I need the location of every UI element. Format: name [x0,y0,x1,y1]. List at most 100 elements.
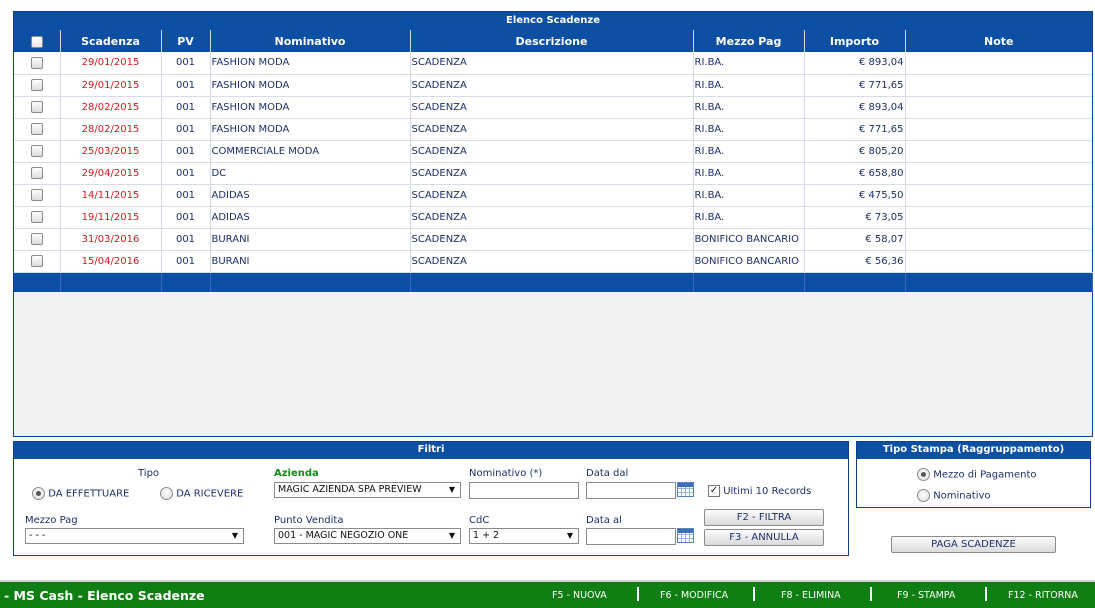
col-header-scadenza[interactable]: Scadenza [60,30,162,52]
paga-scadenze-button[interactable]: PAGA SCADENZE [891,536,1056,553]
table-row[interactable]: 28/02/2015 001 FASHION MODA SCADENZA RI.BA. €… [14,118,1092,141]
cell-descrizione: SCADENZA [410,162,694,185]
row-checkbox-cell[interactable] [14,206,61,229]
cdc-label: CdC [469,515,490,526]
nominativo-input[interactable] [469,482,579,499]
cell-nominativo: FASHION MODA [210,74,411,97]
punto-vendita-select[interactable]: 001 - MAGIC NEGOZIO ONE ▼ [274,528,461,544]
row-checkbox[interactable] [30,211,43,223]
row-checkbox-cell[interactable] [14,228,61,251]
row-checkbox[interactable] [30,79,43,91]
row-checkbox-cell[interactable] [14,96,61,119]
radio-da-ricevere-label: DA RICEVERE [176,488,244,500]
cell-note [905,228,1092,251]
app-title: - MS Cash - Elenco Scadenze [4,588,205,603]
radio-nominativo-icon[interactable] [917,489,930,502]
cell-scadenza: 28/02/2015 [60,96,162,119]
col-header-mezzo-pag[interactable]: Mezzo Pag [693,30,805,52]
ultimi-10-checkbox[interactable]: ✓ Ultimi 10 Records [708,485,811,497]
footer-cell [210,272,411,292]
table-row[interactable]: 15/04/2016 001 BURANI SCADENZA BONIFICO BANC… [14,250,1092,273]
data-dal-input[interactable] [586,482,676,499]
table-body: 29/01/2015 001 FASHION MODA SCADENZA RI.BA. €… [14,52,1093,292]
table-row[interactable]: 19/11/2015 001 ADIDAS SCADENZA RI.BA. € 73,05 [14,206,1092,229]
col-header-pv[interactable]: PV [161,30,211,52]
select-all-checkbox-cell[interactable] [14,30,61,52]
col-header-importo[interactable]: Importo [804,30,906,52]
row-checkbox[interactable] [30,123,43,135]
select-all-checkbox[interactable] [30,35,43,48]
separator [753,587,755,601]
row-checkbox[interactable] [30,189,43,201]
cell-scadenza: 15/04/2016 [60,250,162,273]
row-checkbox[interactable] [30,145,43,157]
data-al-input[interactable] [586,528,676,545]
row-checkbox-cell[interactable] [14,162,61,185]
cell-nominativo: BURANI [210,228,411,251]
mezzo-pag-value: - - - [29,530,46,541]
cell-pv: 001 [161,74,211,97]
cell-nominativo: ADIDAS [210,184,411,207]
col-header-nominativo[interactable]: Nominativo [210,30,411,52]
scadenze-list-panel: Elenco Scadenze Scadenza PV Nominativo D… [13,11,1093,437]
cell-scadenza: 28/02/2015 [60,118,162,141]
row-checkbox-cell[interactable] [14,74,61,97]
cell-scadenza: 29/01/2015 [60,74,162,97]
ritorna-button[interactable]: F12 - RITORNA [1008,590,1078,601]
radio-da-ricevere[interactable]: DA RICEVERE [160,487,243,500]
stampa-button[interactable]: F9 - STAMPA [897,590,955,601]
row-checkbox-cell[interactable] [14,140,61,163]
cell-pv: 001 [161,184,211,207]
radio-mezzo-pagamento[interactable]: Mezzo di Pagamento [917,468,1037,481]
table-footer-row [14,272,1093,292]
table-row[interactable]: 29/04/2015 001 DC SCADENZA RI.BA. € 658,80 [14,162,1092,185]
row-checkbox-cell[interactable] [14,52,61,75]
table-row[interactable]: 31/03/2016 001 BURANI SCADENZA BONIFICO BANC… [14,228,1092,251]
elimina-button[interactable]: F8 - ELIMINA [781,590,841,601]
cell-pv: 001 [161,250,211,273]
row-checkbox[interactable] [30,255,43,267]
calendar-icon[interactable] [677,482,694,497]
modifica-button[interactable]: F6 - MODIFICA [660,590,728,601]
row-checkbox[interactable] [30,233,43,245]
row-checkbox-cell[interactable] [14,184,61,207]
cell-note [905,250,1092,273]
cell-nominativo: COMMERCIALE MODA [210,140,411,163]
col-header-note[interactable]: Note [905,30,1092,52]
table-row[interactable]: 29/01/2015 001 FASHION MODA SCADENZA RI.BA. €… [14,74,1092,97]
row-checkbox[interactable] [30,167,43,179]
calendar-icon[interactable] [677,528,694,543]
row-checkbox-cell[interactable] [14,118,61,141]
col-header-descrizione[interactable]: Descrizione [410,30,694,52]
cell-importo: € 58,07 [804,228,906,251]
cell-scadenza: 14/11/2015 [60,184,162,207]
azienda-select[interactable]: MAGIC AZIENDA SPA PREVIEW ▼ [274,482,461,498]
table-row[interactable]: 14/11/2015 001 ADIDAS SCADENZA RI.BA. € 475,5… [14,184,1092,207]
nominativo-label: Nominativo (*) [469,468,543,479]
cell-importo: € 893,04 [804,52,906,75]
row-checkbox-cell[interactable] [14,250,61,273]
cell-note [905,184,1092,207]
punto-vendita-value: 001 - MAGIC NEGOZIO ONE [278,530,409,541]
filtra-button[interactable]: F2 - FILTRA [704,509,824,526]
cell-descrizione: SCADENZA [410,118,694,141]
radio-mezzo-pagamento-icon[interactable] [917,468,930,481]
radio-da-effettuare-icon[interactable] [32,487,45,500]
nuova-button[interactable]: F5 - NUOVA [552,590,607,601]
table-row[interactable]: 25/03/2015 001 COMMERCIALE MODA SCADENZA RI.… [14,140,1092,163]
checkbox-checked-icon[interactable]: ✓ [708,485,720,497]
radio-da-effettuare[interactable]: DA EFFETTUARE [32,487,129,500]
separator [870,587,872,601]
cdc-select[interactable]: 1 + 2 ▼ [469,528,579,544]
radio-nominativo[interactable]: Nominativo [917,489,991,502]
table-row[interactable]: 28/02/2015 001 FASHION MODA SCADENZA RI.BA. €… [14,96,1092,119]
radio-da-ricevere-icon[interactable] [160,487,173,500]
mezzo-pag-select[interactable]: - - - ▼ [25,528,244,544]
table-row[interactable]: 29/01/2015 001 FASHION MODA SCADENZA RI.BA. €… [14,52,1092,75]
row-checkbox[interactable] [30,101,43,113]
footer-cell [693,272,805,292]
annulla-button[interactable]: F3 - ANNULLA [704,529,824,546]
row-checkbox[interactable] [30,56,43,69]
cell-mezzo-pag: RI.BA. [693,184,805,207]
cell-pv: 001 [161,118,211,141]
